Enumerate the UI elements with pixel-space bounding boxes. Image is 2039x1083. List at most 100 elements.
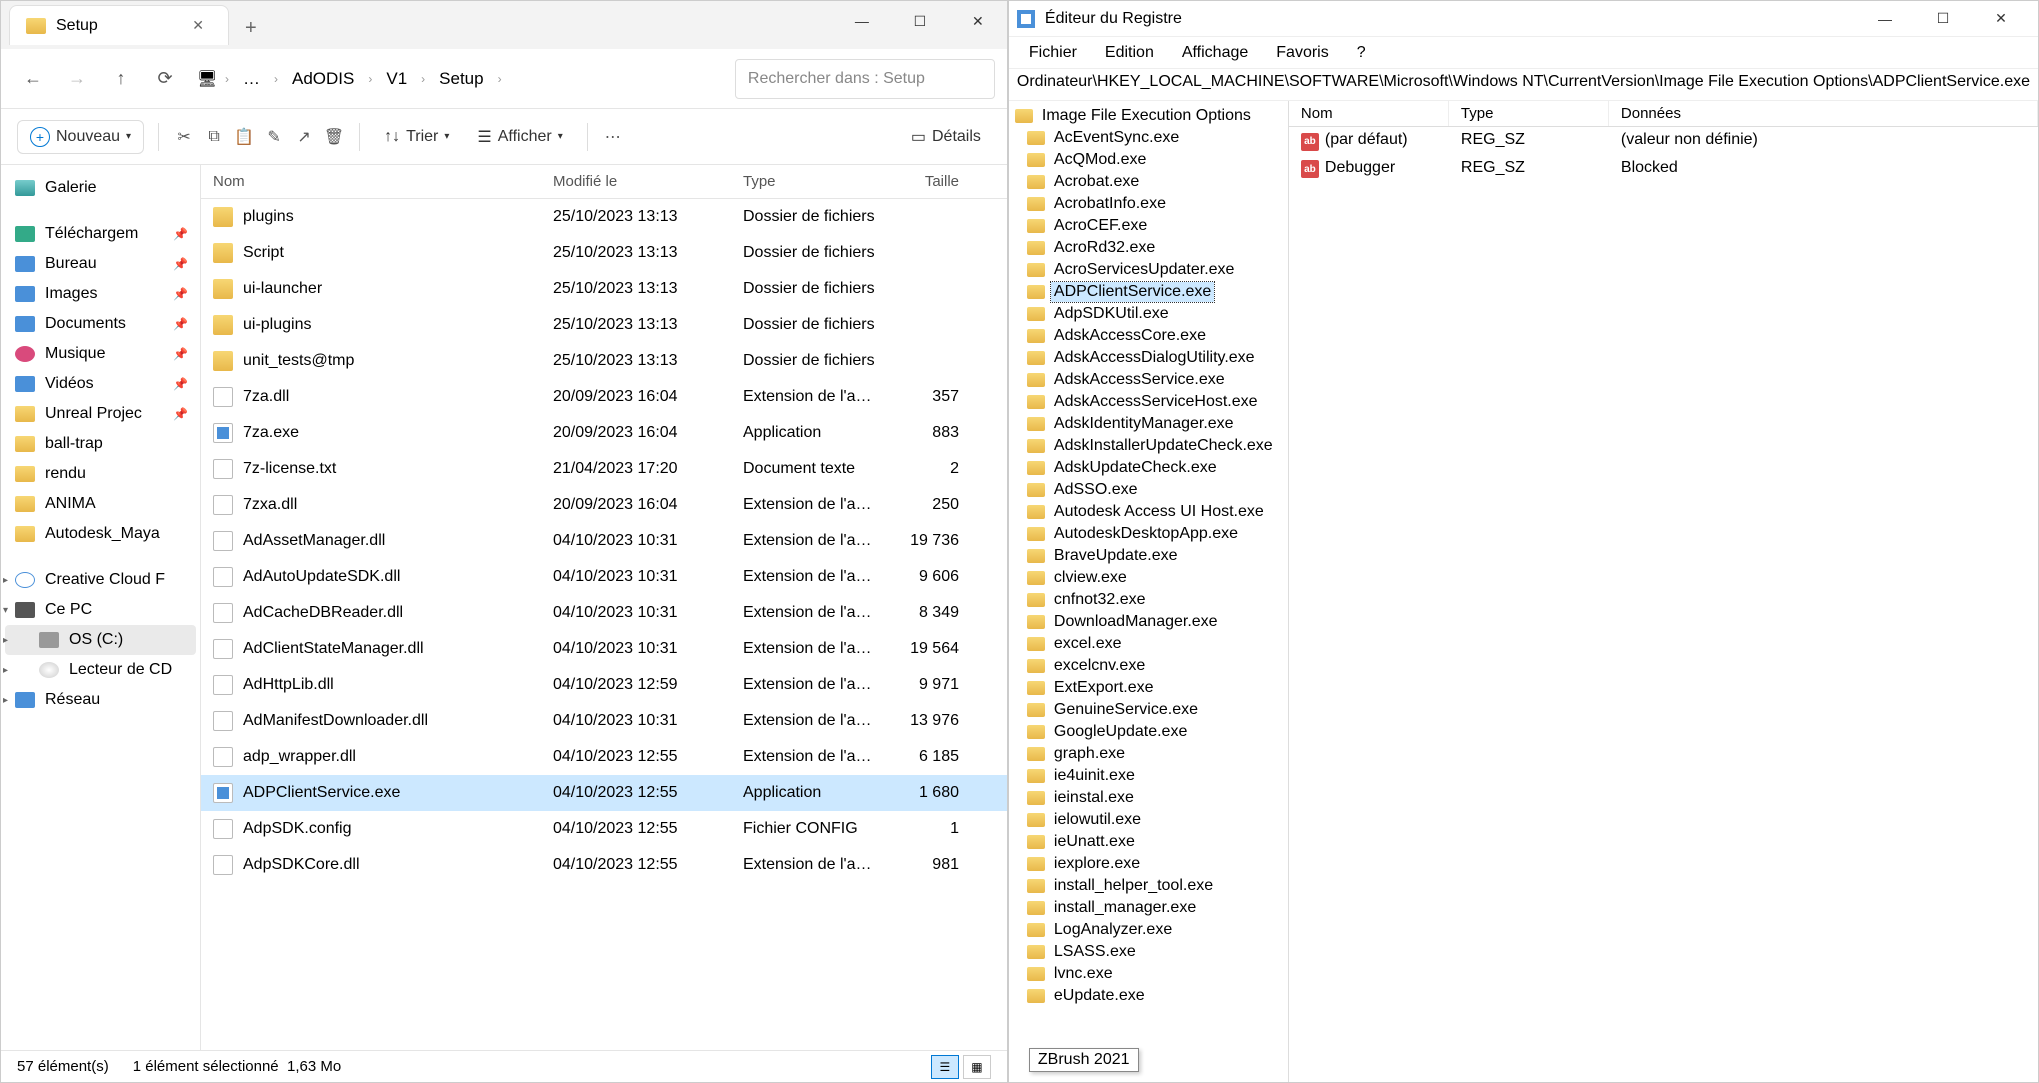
sidebar-item[interactable]: ▸OS (C:) (5, 625, 196, 655)
sidebar-item[interactable]: Bureau📌 (5, 249, 196, 279)
cut-icon[interactable]: ✂ (173, 126, 195, 148)
sidebar-item[interactable]: ▸Réseau (5, 685, 196, 715)
sidebar-item[interactable]: Téléchargem📌 (5, 219, 196, 249)
file-row[interactable]: 7za.exe 20/09/2023 16:04 Application 883 (201, 415, 1007, 451)
refresh-button[interactable]: ⟳ (145, 59, 185, 99)
sidebar-item[interactable]: ▸Creative Cloud F (5, 565, 196, 595)
sidebar-item[interactable]: ANIMA (5, 489, 196, 519)
chevron-icon[interactable]: ▸ (3, 575, 8, 586)
tree-item[interactable]: clview.exe (1009, 567, 1288, 589)
tree-item[interactable]: graph.exe (1009, 743, 1288, 765)
tree-item[interactable]: AcroRd32.exe (1009, 237, 1288, 259)
sort-button[interactable]: ↑↓ Trier ▾ (374, 120, 459, 154)
column-modified[interactable]: Modifié le (541, 165, 731, 198)
sidebar-item[interactable]: Musique📌 (5, 339, 196, 369)
share-icon[interactable]: ↗ (293, 126, 315, 148)
file-row[interactable]: adp_wrapper.dll 04/10/2023 12:55 Extensi… (201, 739, 1007, 775)
sidebar-item[interactable]: rendu (5, 459, 196, 489)
file-row[interactable]: AdpSDK.config 04/10/2023 12:55 Fichier C… (201, 811, 1007, 847)
chevron-icon[interactable]: ▸ (3, 635, 8, 646)
file-row[interactable]: AdpSDKCore.dll 04/10/2023 12:55 Extensio… (201, 847, 1007, 883)
sidebar-item[interactable]: Documents📌 (5, 309, 196, 339)
column-size[interactable]: Taille (891, 165, 971, 198)
tree-item[interactable]: BraveUpdate.exe (1009, 545, 1288, 567)
rename-icon[interactable]: ✎ (263, 126, 285, 148)
tree-item[interactable]: DownloadManager.exe (1009, 611, 1288, 633)
file-row[interactable]: ADPClientService.exe 04/10/2023 12:55 Ap… (201, 775, 1007, 811)
chevron-icon[interactable]: ▸ (3, 665, 8, 676)
file-row[interactable]: 7zxa.dll 20/09/2023 16:04 Extension de l… (201, 487, 1007, 523)
sidebar-item[interactable]: Images📌 (5, 279, 196, 309)
tree-item[interactable]: install_helper_tool.exe (1009, 875, 1288, 897)
tree-item[interactable]: AdskInstallerUpdateCheck.exe (1009, 435, 1288, 457)
tree-item[interactable]: GenuineService.exe (1009, 699, 1288, 721)
tree-item[interactable]: AdskAccessDialogUtility.exe (1009, 347, 1288, 369)
maximize-button[interactable]: ☐ (891, 1, 949, 41)
tree-item[interactable]: AcroServicesUpdater.exe (1009, 259, 1288, 281)
sidebar-item[interactable]: ▸Lecteur de CD (5, 655, 196, 685)
breadcrumb-item[interactable]: Setup (433, 65, 489, 93)
file-row[interactable]: ui-plugins 25/10/2023 13:13 Dossier de f… (201, 307, 1007, 343)
list-view-button[interactable]: ☰ (931, 1055, 959, 1079)
sidebar-item[interactable]: Unreal Projec📌 (5, 399, 196, 429)
value-row[interactable]: Debugger REG_SZ Blocked (1289, 155, 2038, 183)
tree-item[interactable]: ieUnatt.exe (1009, 831, 1288, 853)
tree-item[interactable]: install_manager.exe (1009, 897, 1288, 919)
file-row[interactable]: Script 25/10/2023 13:13 Dossier de fichi… (201, 235, 1007, 271)
tree-item[interactable]: AcEventSync.exe (1009, 127, 1288, 149)
file-row[interactable]: 7za.dll 20/09/2023 16:04 Extension de l'… (201, 379, 1007, 415)
details-button[interactable]: ▭ Détails (901, 119, 991, 155)
tree-item[interactable]: AdskAccessServiceHost.exe (1009, 391, 1288, 413)
tree-item[interactable]: GoogleUpdate.exe (1009, 721, 1288, 743)
tree-item[interactable]: AdskIdentityManager.exe (1009, 413, 1288, 435)
sidebar-item[interactable]: Vidéos📌 (5, 369, 196, 399)
menu-item[interactable]: Fichier (1017, 40, 1089, 66)
tree-item[interactable]: AutodeskDesktopApp.exe (1009, 523, 1288, 545)
forward-button[interactable]: → (57, 59, 97, 99)
tree-item[interactable]: AdpSDKUtil.exe (1009, 303, 1288, 325)
column-name[interactable]: Nom (1289, 101, 1449, 126)
registry-path[interactable]: Ordinateur\HKEY_LOCAL_MACHINE\SOFTWARE\M… (1009, 69, 2038, 101)
copy-icon[interactable]: ⧉ (203, 126, 225, 148)
value-row[interactable]: (par défaut) REG_SZ (valeur non définie) (1289, 127, 2038, 155)
more-icon[interactable]: ⋯ (602, 126, 624, 148)
view-button[interactable]: ☰ Afficher ▾ (467, 119, 572, 155)
file-row[interactable]: 7z-license.txt 21/04/2023 17:20 Document… (201, 451, 1007, 487)
file-row[interactable]: plugins 25/10/2023 13:13 Dossier de fich… (201, 199, 1007, 235)
tree-item[interactable]: AdskUpdateCheck.exe (1009, 457, 1288, 479)
breadcrumb-item[interactable]: V1 (380, 65, 413, 93)
up-button[interactable]: ↑ (101, 59, 141, 99)
sidebar-item[interactable]: ▾Ce PC (5, 595, 196, 625)
close-button[interactable]: ✕ (949, 1, 1007, 41)
explorer-tab[interactable]: Setup ✕ (9, 5, 229, 45)
chevron-icon[interactable]: ▾ (3, 605, 8, 616)
tab-close-icon[interactable]: ✕ (184, 13, 212, 38)
file-row[interactable]: ui-launcher 25/10/2023 13:13 Dossier de … (201, 271, 1007, 307)
minimize-button[interactable]: — (1856, 0, 1914, 39)
column-data[interactable]: Données (1609, 101, 2038, 126)
column-type[interactable]: Type (731, 165, 891, 198)
tree-item[interactable]: AcrobatInfo.exe (1009, 193, 1288, 215)
tree-item[interactable]: AdskAccessService.exe (1009, 369, 1288, 391)
tree-item[interactable]: ie4uinit.exe (1009, 765, 1288, 787)
file-row[interactable]: AdManifestDownloader.dll 04/10/2023 10:3… (201, 703, 1007, 739)
breadcrumb[interactable]: 🖥 › … › AdODIS › V1 › Setup › (189, 59, 731, 99)
file-row[interactable]: AdAssetManager.dll 04/10/2023 10:31 Exte… (201, 523, 1007, 559)
tree-item[interactable]: ExtExport.exe (1009, 677, 1288, 699)
close-button[interactable]: ✕ (1972, 0, 2030, 39)
sidebar-item[interactable]: Autodesk_Maya (5, 519, 196, 549)
tree-item[interactable]: iexplore.exe (1009, 853, 1288, 875)
paste-icon[interactable]: 📋 (233, 126, 255, 148)
tree-item[interactable]: AdSSO.exe (1009, 479, 1288, 501)
file-row[interactable]: AdAutoUpdateSDK.dll 04/10/2023 10:31 Ext… (201, 559, 1007, 595)
menu-item[interactable]: Edition (1093, 40, 1166, 66)
file-row[interactable]: AdHttpLib.dll 04/10/2023 12:59 Extension… (201, 667, 1007, 703)
tree-item[interactable]: Acrobat.exe (1009, 171, 1288, 193)
menu-item[interactable]: Favoris (1264, 40, 1340, 66)
file-rows[interactable]: plugins 25/10/2023 13:13 Dossier de fich… (201, 199, 1007, 1050)
new-tab-button[interactable]: + (229, 5, 273, 52)
file-row[interactable]: AdCacheDBReader.dll 04/10/2023 10:31 Ext… (201, 595, 1007, 631)
column-type[interactable]: Type (1449, 101, 1609, 126)
back-button[interactable]: ← (13, 59, 53, 99)
file-row[interactable]: AdClientStateManager.dll 04/10/2023 10:3… (201, 631, 1007, 667)
